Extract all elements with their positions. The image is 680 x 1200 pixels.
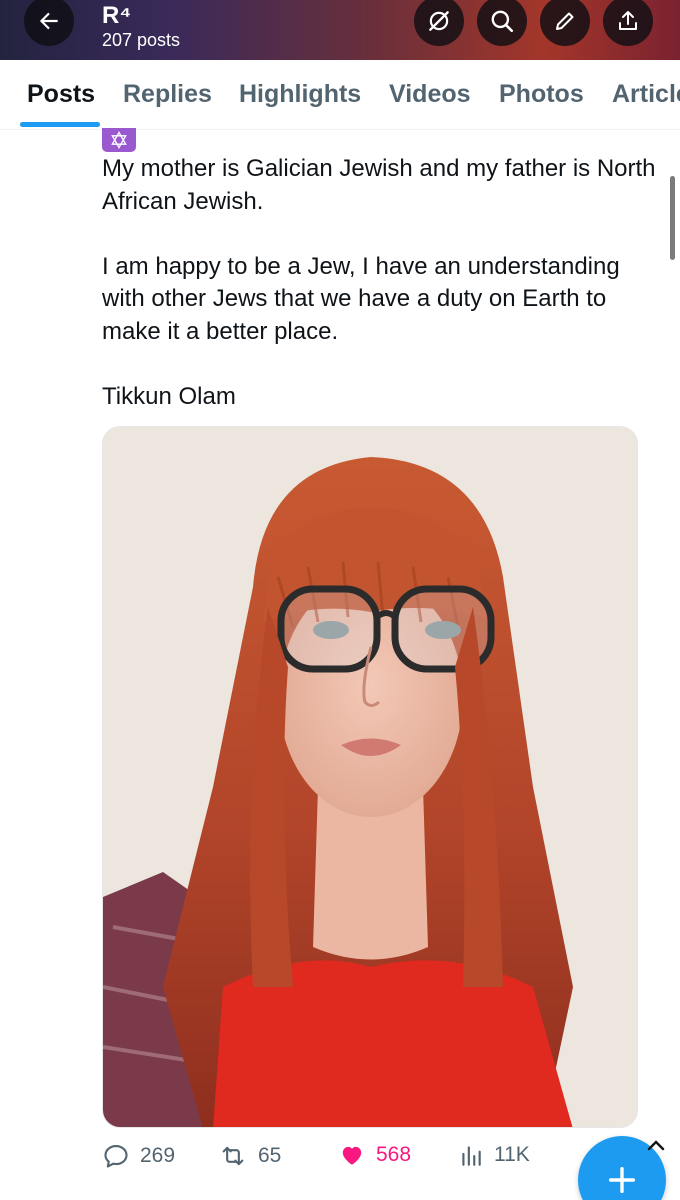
back-button[interactable] [24,0,74,46]
edit-icon [556,12,574,30]
grok-button[interactable] [414,0,464,46]
heart-icon [342,1146,362,1165]
tab-photos[interactable]: Photos [499,80,584,109]
tab-videos[interactable]: Videos [389,80,471,109]
reply-icon [104,1145,128,1168]
post-paragraph: My mother is Galician Jewish and my fath… [102,155,656,215]
post-text: My mother is Galician Jewish and my fath… [102,153,662,413]
profile-tabs: Posts Replies Highlights Videos Photos A… [0,60,680,130]
repost-count: 65 [258,1144,282,1167]
post-count: 207 posts [102,30,181,50]
scrollbar[interactable] [670,176,675,260]
tab-replies[interactable]: Replies [123,80,212,109]
back-arrow-icon [39,12,58,30]
post-paragraph: Tikkun Olam [102,382,236,410]
views-count: 11K [494,1143,530,1166]
tab-posts[interactable]: Posts [27,80,95,109]
star-of-david-icon [111,131,127,149]
chevron-up-icon [647,1140,665,1151]
profile-header: R⁴ 207 posts [0,0,680,60]
like-action[interactable]: 568 [338,1142,411,1168]
reply-action[interactable]: 269 [102,1142,175,1170]
profile-name: R⁴ [102,2,132,29]
views-icon [462,1146,481,1166]
tab-articles[interactable]: Articles [612,80,680,109]
search-button[interactable] [477,0,527,46]
tab-highlights[interactable]: Highlights [239,80,361,109]
grok-icon [429,11,449,31]
share-button[interactable] [603,0,653,46]
share-icon [619,11,637,30]
views-action[interactable]: 11K [458,1142,530,1168]
post-paragraph: I am happy to be a Jew, I have an unders… [102,252,620,345]
search-icon [491,10,514,33]
star-of-david-emoji [102,128,136,152]
reply-count: 269 [140,1144,176,1167]
portrait-illustration [103,427,637,1127]
edit-button[interactable] [540,0,590,46]
like-count: 568 [376,1143,412,1166]
repost-action[interactable]: 65 [218,1142,281,1170]
active-tab-indicator [20,122,100,127]
plus-icon [608,1166,636,1194]
post-photo[interactable] [102,426,638,1128]
repost-icon [222,1146,244,1166]
